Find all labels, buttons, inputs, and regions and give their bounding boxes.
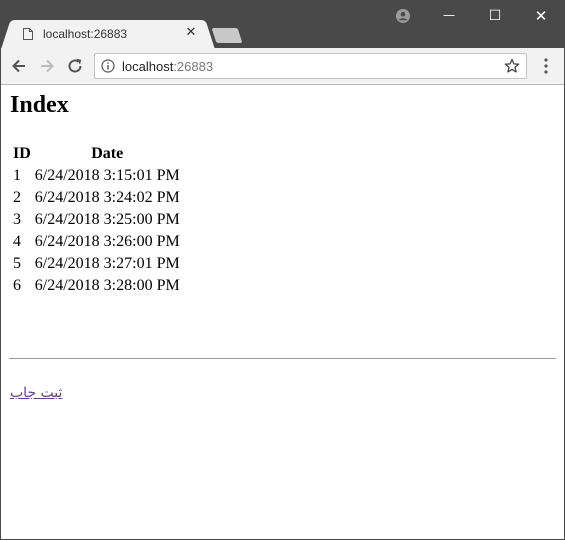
cell-date: 6/24/2018 3:28:00 PM [34, 277, 180, 294]
tab-title: localhost:26883 [43, 27, 128, 41]
cell-date: 6/24/2018 3:15:01 PM [34, 167, 180, 184]
table-body: 1 6/24/2018 3:15:01 PM 2 6/24/2018 3:24:02 … [12, 166, 181, 296]
cell-id: 2 [13, 189, 21, 206]
new-tab-button[interactable] [211, 28, 243, 43]
table-row: 2 6/24/2018 3:24:02 PM [12, 188, 181, 208]
title-bar: localhost:26883 ✕ — ☐ ✕ [1, 1, 564, 48]
page-title: Index [10, 92, 69, 118]
cell-date: 6/24/2018 3:24:02 PM [34, 189, 180, 206]
table-row: 1 6/24/2018 3:15:01 PM [12, 166, 181, 186]
browser-window: localhost:26883 ✕ — ☐ ✕ localhost:26883 … [0, 0, 565, 540]
url-text[interactable]: localhost:26883 [122, 59, 213, 74]
window-close-button[interactable]: ✕ [518, 1, 564, 31]
profile-icon[interactable] [396, 9, 410, 23]
table-row: 5 6/24/2018 3:27:01 PM [12, 254, 181, 274]
page-content: Index ID Date 1 6/24/2018 3:15:01 PM 2 6/24… [1, 85, 564, 539]
reload-icon[interactable] [65, 56, 85, 76]
cell-id: 6 [13, 277, 21, 294]
submit-job-link[interactable]: ثبت جاب [10, 385, 62, 401]
star-icon[interactable] [504, 58, 520, 74]
column-header-id: ID [13, 145, 31, 162]
cell-id: 4 [13, 233, 21, 250]
url-port: :26883 [173, 59, 214, 74]
cell-id: 5 [13, 255, 21, 272]
back-arrow-icon[interactable] [9, 56, 29, 76]
table-row: 6 6/24/2018 3:28:00 PM [12, 276, 181, 296]
dates-table: ID Date 1 6/24/2018 3:15:01 PM 2 6/24/2018 … [10, 142, 183, 298]
document-icon [23, 28, 33, 40]
info-icon[interactable] [101, 59, 115, 73]
cell-date: 6/24/2018 3:26:00 PM [34, 233, 180, 250]
cell-date: 6/24/2018 3:25:00 PM [34, 211, 180, 228]
address-bar[interactable]: localhost:26883 [94, 53, 527, 79]
close-icon[interactable]: ✕ [183, 25, 199, 41]
table-row: 4 6/24/2018 3:26:00 PM [12, 232, 181, 252]
maximize-button[interactable]: ☐ [472, 1, 518, 31]
forward-arrow-icon[interactable] [37, 56, 57, 76]
tab-active[interactable]: localhost:26883 ✕ [13, 20, 203, 48]
column-header-date: Date [91, 145, 124, 162]
cell-id: 3 [13, 211, 21, 228]
cell-date: 6/24/2018 3:27:01 PM [34, 255, 180, 272]
table-header-row: ID Date [12, 144, 181, 164]
cell-id: 1 [13, 167, 21, 184]
menu-icon[interactable] [538, 57, 554, 75]
minimize-button[interactable]: — [426, 1, 472, 31]
toolbar: localhost:26883 [1, 48, 564, 85]
url-hostname: localhost [122, 59, 174, 74]
divider [9, 358, 556, 359]
table-row: 3 6/24/2018 3:25:00 PM [12, 210, 181, 230]
